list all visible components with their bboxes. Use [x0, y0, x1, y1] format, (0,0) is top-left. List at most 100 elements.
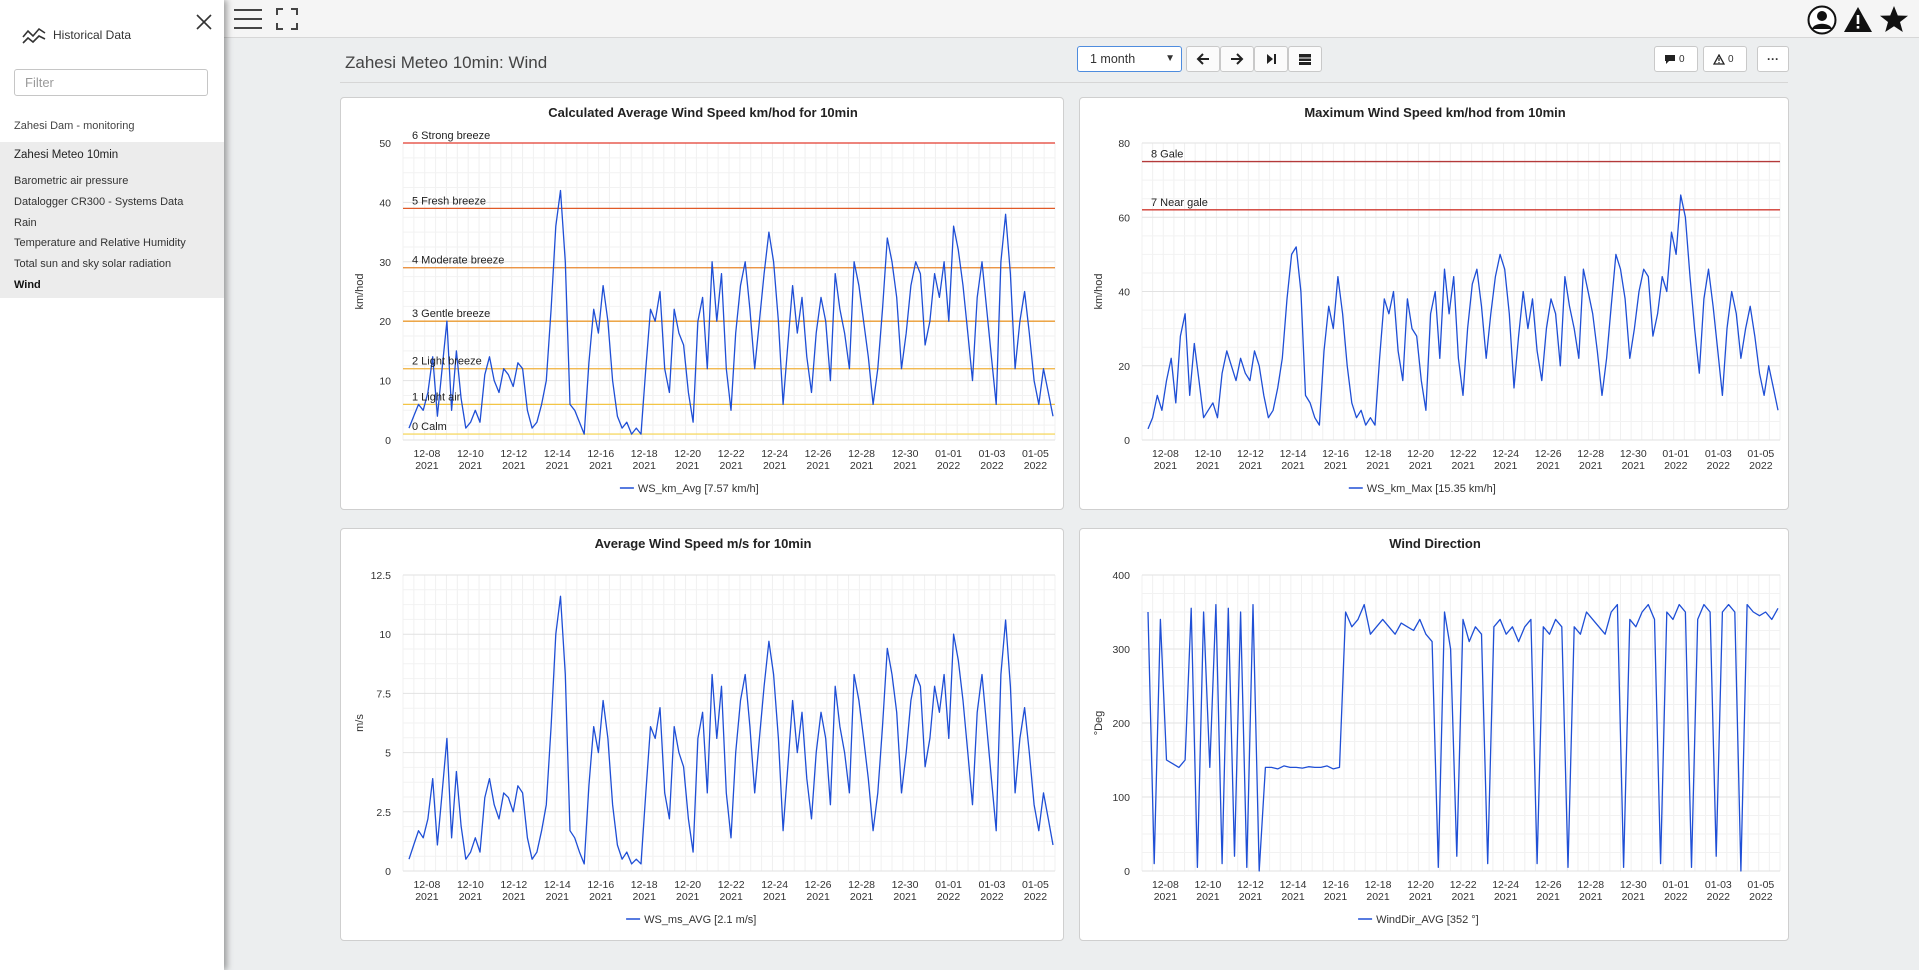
close-icon[interactable] — [194, 12, 214, 32]
next-period-button[interactable] — [1220, 46, 1254, 72]
previous-period-button[interactable] — [1186, 46, 1220, 72]
chart-title: Average Wind Speed m/s for 10min — [595, 536, 812, 551]
y-tick-label: 0 — [385, 435, 391, 447]
x-tick-year: 2021 — [633, 891, 657, 903]
comments-count: 0 — [1679, 54, 1685, 65]
y-tick-label: 7.5 — [376, 688, 391, 700]
sidebar-item-wind[interactable]: Wind — [14, 279, 41, 291]
chart-1: Maximum Wind Speed km/hod from 10min 0 20 4… — [1093, 105, 1781, 495]
x-tick-year: 2021 — [1366, 460, 1390, 472]
top-toolbar — [224, 0, 1919, 38]
x-tick-label: 12-26 — [1535, 879, 1562, 891]
more-options-button[interactable]: ··· — [1757, 46, 1789, 72]
x-tick-label: 12-20 — [674, 879, 701, 891]
x-tick-label: 12-10 — [457, 448, 484, 460]
x-tick-year: 2021 — [1366, 891, 1390, 903]
sidebar-item-solar-radiation[interactable]: Total sun and sky solar radiation — [14, 258, 171, 270]
sidebar-item-barometric-air-pressure[interactable]: Barometric air pressure — [14, 175, 128, 187]
sidebar-section-title[interactable]: Zahesi Dam - monitoring — [14, 120, 134, 132]
x-tick-label: 01-03 — [979, 448, 1006, 460]
x-tick-label: 12-30 — [1620, 879, 1647, 891]
x-tick-label: 01-05 — [1747, 879, 1774, 891]
threshold-label: 6 Strong breeze — [412, 130, 490, 142]
comments-button[interactable]: 0 — [1654, 46, 1698, 72]
x-tick-year: 2021 — [763, 460, 787, 472]
x-tick-year: 2021 — [459, 460, 483, 472]
x-tick-year: 2021 — [1494, 460, 1518, 472]
x-tick-year: 2021 — [1324, 460, 1348, 472]
x-tick-year: 2021 — [459, 891, 483, 903]
sidebar-item-temperature-humidity[interactable]: Temperature and Relative Humidity — [14, 237, 186, 249]
x-tick-year: 2022 — [937, 891, 961, 903]
x-tick-label: 01-05 — [1022, 879, 1049, 891]
x-tick-year: 2021 — [1409, 891, 1433, 903]
x-tick-label: 12-18 — [631, 879, 658, 891]
star-icon[interactable] — [1879, 5, 1909, 33]
x-tick-year: 2021 — [1579, 891, 1603, 903]
x-tick-label: 12-14 — [1280, 879, 1307, 891]
x-tick-year: 2022 — [1664, 891, 1688, 903]
x-tick-year: 2021 — [1622, 460, 1646, 472]
x-tick-label: 12-18 — [1365, 448, 1392, 460]
x-tick-label: 12-22 — [1450, 448, 1477, 460]
x-tick-label: 12-14 — [1280, 448, 1307, 460]
x-tick-year: 2021 — [1281, 891, 1305, 903]
sidebar-item-datalogger[interactable]: Datalogger CR300 - Systems Data — [14, 196, 183, 208]
chart-title: Calculated Average Wind Speed km/hod for… — [548, 105, 858, 120]
threshold-label: 1 Light air — [412, 391, 461, 403]
y-tick-label: 50 — [379, 138, 391, 150]
series-line — [408, 595, 1054, 865]
skip-end-icon — [1267, 54, 1276, 64]
y-tick-label: 10 — [379, 376, 391, 388]
filter-input[interactable] — [14, 69, 208, 96]
x-tick-label: 12-22 — [718, 879, 745, 891]
alarms-count: 0 — [1728, 54, 1734, 65]
threshold-label: 4 Moderate breeze — [412, 255, 504, 267]
x-tick-label: 12-16 — [1322, 879, 1349, 891]
x-tick-year: 2022 — [1707, 891, 1731, 903]
x-tick-year: 2022 — [1749, 891, 1773, 903]
x-tick-year: 2022 — [1024, 460, 1048, 472]
user-icon[interactable] — [1807, 5, 1837, 35]
sidebar: Historical Data Zahesi Dam - monitoring … — [0, 0, 224, 970]
x-tick-label: 12-26 — [805, 879, 832, 891]
chart-panel-max-kmh: Maximum Wind Speed km/hod from 10min 0 20 4… — [1079, 97, 1789, 510]
chart-2: Average Wind Speed m/s for 10min 0 2.5 5 7.5… — [354, 536, 1056, 926]
period-select[interactable]: 1 month ▼ — [1077, 46, 1182, 72]
x-tick-label: 12-20 — [1407, 879, 1434, 891]
historical-data-icon — [22, 27, 46, 44]
x-tick-label: 12-28 — [848, 448, 875, 460]
warning-icon[interactable] — [1843, 6, 1873, 33]
menu-icon[interactable] — [234, 8, 262, 30]
sidebar-item-rain[interactable]: Rain — [14, 217, 37, 229]
y-tick-label: 80 — [1118, 138, 1130, 150]
last-period-button[interactable] — [1254, 46, 1288, 72]
x-tick-year: 2021 — [502, 891, 526, 903]
x-tick-label: 01-01 — [1662, 879, 1689, 891]
legend-label: WS_km_Max [15.35 km/h] — [1367, 483, 1496, 495]
x-tick-label: 01-05 — [1022, 448, 1049, 460]
calendar-button[interactable] — [1288, 46, 1322, 72]
threshold-label: 2 Light breeze — [412, 356, 482, 368]
x-tick-label: 01-03 — [1705, 448, 1732, 460]
arrow-right-icon — [1231, 53, 1244, 65]
x-tick-label: 12-12 — [1237, 879, 1264, 891]
y-tick-label: 30 — [379, 257, 391, 269]
x-tick-label: 12-08 — [1152, 879, 1179, 891]
y-axis-label: km/hod — [1093, 273, 1105, 309]
x-tick-label: 12-14 — [544, 879, 571, 891]
comment-icon — [1665, 55, 1675, 64]
x-tick-label: 12-16 — [587, 448, 614, 460]
legend-label: WS_ms_AVG [2.1 m/s] — [644, 914, 756, 926]
y-tick-label: 20 — [379, 316, 391, 328]
x-tick-year: 2021 — [1622, 891, 1646, 903]
x-tick-label: 12-14 — [544, 448, 571, 460]
sidebar-group-title[interactable]: Zahesi Meteo 10min — [14, 149, 118, 161]
x-tick-year: 2021 — [589, 891, 613, 903]
legend-label: WindDir_AVG [352 °] — [1376, 914, 1479, 926]
alarms-button[interactable]: 0 — [1703, 46, 1747, 72]
chevron-down-icon: ▼ — [1165, 53, 1175, 64]
y-axis-label: m/s — [354, 714, 366, 732]
x-tick-year: 2021 — [1324, 891, 1348, 903]
fullscreen-icon[interactable] — [276, 8, 298, 30]
